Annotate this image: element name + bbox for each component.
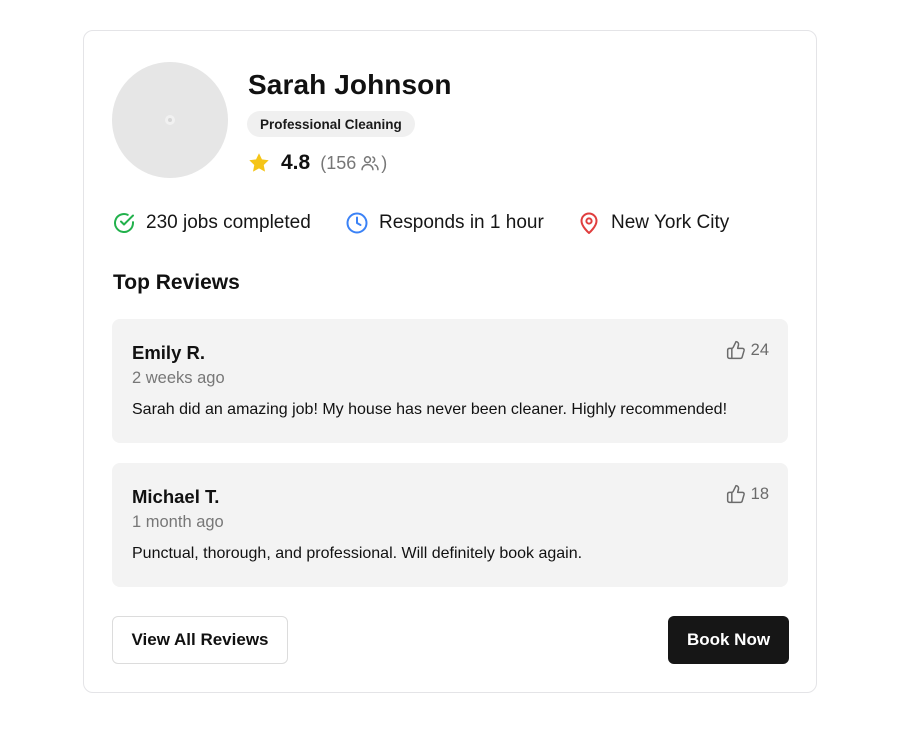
users-icon <box>361 156 379 171</box>
review-like-button[interactable]: 24 <box>726 340 769 360</box>
stat-response-time: Responds in 1 hour <box>345 211 577 235</box>
thumbs-up-icon <box>726 484 745 504</box>
avatar <box>112 62 228 178</box>
rating-value: 4.8 <box>281 151 311 174</box>
view-all-reviews-button[interactable]: View All Reviews <box>112 616 288 664</box>
review-author: Michael T. <box>132 486 220 507</box>
category-badge: Professional Cleaning <box>247 111 415 137</box>
stat-jobs-label: 230 jobs completed <box>146 212 311 233</box>
book-now-button[interactable]: Book Now <box>668 616 789 664</box>
profile-card: Sarah Johnson Professional Cleaning 4.8 … <box>83 30 817 693</box>
check-circle-icon <box>114 213 134 233</box>
review-like-count: 18 <box>750 484 769 503</box>
stats-row: 230 jobs completed Responds in 1 hour Ne… <box>112 210 729 236</box>
avatar-placeholder-icon <box>165 115 175 125</box>
rating-row: 4.8 (156 ) <box>247 149 387 177</box>
review-text: Sarah did an amazing job! My house has n… <box>132 401 728 418</box>
stat-location-label: New York City <box>611 212 730 233</box>
provider-name: Sarah Johnson <box>248 69 452 100</box>
review-like-count: 24 <box>750 340 769 359</box>
review-author: Emily R. <box>132 342 205 363</box>
map-pin-icon <box>580 212 598 234</box>
stat-response-label: Responds in 1 hour <box>379 212 544 233</box>
stat-location: New York City <box>577 211 729 235</box>
clock-icon <box>346 212 368 234</box>
rating-count-close: ) <box>381 152 388 173</box>
stat-jobs-completed: 230 jobs completed <box>112 211 345 235</box>
review-date: 1 month ago <box>132 513 224 531</box>
star-icon <box>249 153 269 172</box>
section-title-top-reviews: Top Reviews <box>113 271 240 294</box>
review-like-button[interactable]: 18 <box>726 484 769 504</box>
rating-count-number: (156 <box>320 152 357 173</box>
review-date: 2 weeks ago <box>132 369 225 387</box>
review-card: Michael T. 1 month ago Punctual, thoroug… <box>112 463 788 587</box>
rating-count: (156 ) <box>320 153 387 174</box>
review-text: Punctual, thorough, and professional. Wi… <box>132 545 583 562</box>
review-card: Emily R. 2 weeks ago Sarah did an amazin… <box>112 319 788 443</box>
thumbs-up-icon <box>726 340 745 360</box>
